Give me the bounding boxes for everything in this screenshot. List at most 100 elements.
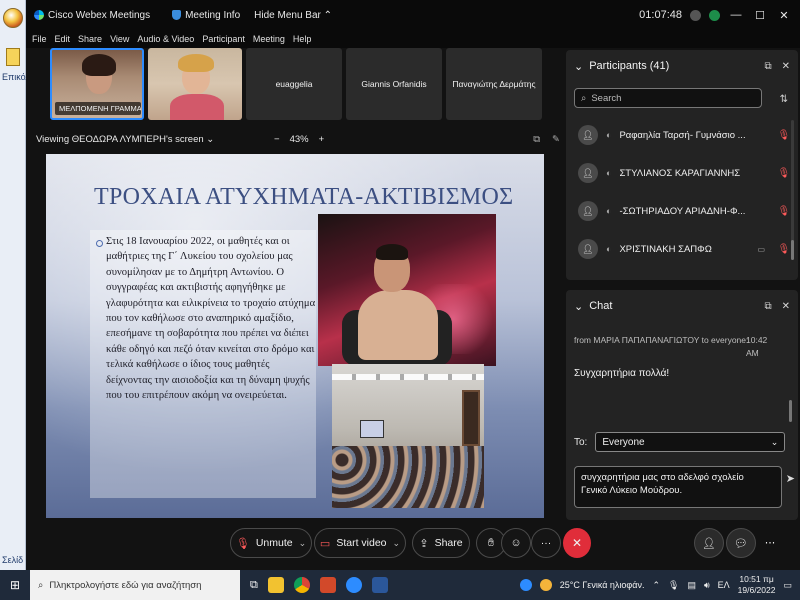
share-button[interactable]: ⇪ Share — [412, 528, 470, 558]
mic-muted-icon: 🎙︎ — [235, 537, 250, 550]
chat-title: Chat — [589, 300, 613, 312]
zoom-out-button[interactable]: − — [274, 134, 280, 145]
video-thumbnail[interactable]: Παναγιώτης Δερμάτης — [446, 48, 542, 120]
list-item[interactable]: 👤︎ ◐ Ραφαηλία Ταρσή- Γυμνάσιο ... 🎙︎ — [566, 116, 798, 154]
unmute-button[interactable]: 🎙︎ Unmute ⌄ — [230, 528, 312, 558]
meeting-info-button[interactable]: Meeting Info — [172, 10, 240, 21]
reactions-button[interactable]: ☺ — [501, 528, 531, 558]
chat-message-text: Συγχαρητήρια πολλά! — [574, 368, 670, 379]
search-icon: ⌕ — [38, 579, 44, 591]
chat-message-meta: from ΜΑΡΙΑ ΠΑΠΑΠΑΝΑΓΙΩΤΟΥ to everyone: 1… — [574, 334, 774, 358]
audio-status-icon: ◐ — [606, 206, 612, 216]
menu-audio-video[interactable]: Audio & Video — [137, 34, 194, 44]
close-icon[interactable]: ✕ — [782, 61, 790, 72]
menu-help[interactable]: Help — [293, 34, 312, 44]
windows-taskbar: ⊞ ⌕ Πληκτρολογήστε εδώ για αναζήτηση ⧉ 2… — [0, 570, 800, 600]
list-item[interactable]: 👤︎ ◐ ΣΤΥΛΙΑΝΟΣ ΚΑΡΑΓΙΑΝΝΗΣ 🎙︎ — [566, 154, 798, 192]
participants-icon: 👤︎ — [702, 537, 716, 550]
audio-status-icon: ◐ — [606, 168, 612, 178]
unmute-label: Unmute — [255, 537, 293, 549]
paste-icon[interactable] — [6, 48, 20, 66]
sort-icon[interactable]: ⇅ — [780, 94, 788, 105]
send-icon[interactable]: ➤ — [786, 473, 795, 486]
tray-arrow-icon[interactable]: ⌃ — [652, 580, 660, 591]
chat-input[interactable]: συγχαρητήρια μας στο αδελφό σχολείο Γενι… — [574, 466, 795, 508]
panel-more-button[interactable]: ⋯ — [760, 528, 780, 558]
popout-icon[interactable]: ⧉ — [764, 61, 771, 72]
taskbar-clock[interactable]: 10:51 πμ 19/6/2022 — [738, 574, 776, 596]
menu-share[interactable]: Share — [78, 34, 102, 44]
menu-participant[interactable]: Participant — [202, 34, 245, 44]
zoom-in-button[interactable]: + — [319, 134, 325, 145]
chevron-down-icon[interactable]: ⌄ — [574, 60, 583, 73]
annotate-icon[interactable]: ✎ — [552, 134, 560, 145]
notifications-icon[interactable]: ▭ — [783, 580, 792, 591]
mic-muted-icon: 🎙︎ — [777, 243, 791, 255]
chevron-down-icon[interactable]: ⌄ — [299, 538, 307, 549]
help-icon[interactable] — [519, 579, 532, 591]
thumbnail-name: Παναγιώτης Δερμάτης — [452, 79, 536, 89]
video-thumbnail[interactable]: euaggelia — [246, 48, 342, 120]
popout-icon[interactable]: ⧉ — [764, 301, 771, 312]
webex-taskbar-icon[interactable] — [345, 577, 362, 593]
task-view-icon[interactable]: ⧉ — [250, 579, 258, 592]
chevron-down-icon[interactable]: ⌄ — [574, 300, 583, 313]
menu-view[interactable]: View — [110, 34, 129, 44]
close-button[interactable]: ✕ — [776, 9, 792, 22]
language-indicator[interactable]: ΕΛ — [718, 580, 730, 590]
recording-icon[interactable] — [709, 9, 720, 21]
more-options-button[interactable]: ··· — [531, 528, 561, 558]
viewing-dropdown[interactable]: Viewing ΘΕΟΔΩΡΑ ΛΥΜΠΕΡΗ's screen ⌄ — [36, 134, 214, 145]
taskbar-search-input[interactable]: ⌕ Πληκτρολογήστε εδώ για αναζήτηση — [30, 570, 240, 600]
video-thumbnail[interactable] — [148, 48, 242, 120]
word-icon[interactable] — [371, 577, 388, 593]
webex-logo-icon — [34, 10, 44, 20]
audio-status-icon: ◐ — [606, 244, 612, 254]
participants-panel: ⌄ Participants (41) ⧉ ✕ ⌕ Search ⇅ 👤︎ ◐ … — [566, 50, 798, 280]
mic-icon[interactable]: 🎙︎ — [668, 580, 679, 591]
weather-icon — [539, 579, 552, 591]
menu-file[interactable]: File — [32, 34, 47, 44]
zoom-level: 43% — [289, 133, 309, 145]
office-button-icon[interactable] — [3, 8, 23, 28]
end-call-button[interactable]: ✕ — [563, 528, 591, 558]
participants-toggle-button[interactable]: 👤︎ — [694, 528, 724, 558]
network-icon[interactable]: ▤ — [687, 580, 696, 591]
recipient-select[interactable]: Everyone ⌄ — [595, 432, 786, 452]
chrome-icon[interactable] — [293, 577, 310, 593]
start-video-button[interactable]: ▭ Start video ⌄ — [314, 528, 406, 558]
connection-icon[interactable] — [690, 9, 701, 21]
maximize-button[interactable]: ☐ — [752, 9, 768, 22]
list-item[interactable]: 👤︎ ◐ -ΣΩΤΗΡΙΑΔΟΥ ΑΡΙΑΔΝΗ-Φ... 🎙︎ — [566, 192, 798, 230]
hand-icon: ✋︎ — [487, 536, 495, 549]
windows-start-icon[interactable]: ⊞ — [0, 570, 30, 600]
close-icon[interactable]: ✕ — [782, 301, 790, 312]
volume-icon[interactable]: 🔊︎ — [704, 580, 710, 591]
powerpoint-icon[interactable] — [319, 577, 336, 593]
slide-body-text: Στις 18 Ιανουαρίου 2022, οι μαθητές και … — [106, 236, 316, 402]
mic-muted-icon: 🎙︎ — [777, 167, 791, 179]
popout-icon[interactable]: ⧉ — [533, 134, 540, 145]
video-thumbnail[interactable]: Giannis Orfanidis — [346, 48, 442, 120]
chat-scrollbar[interactable] — [789, 400, 792, 422]
minimize-button[interactable]: — — [728, 9, 744, 21]
hide-menu-bar-button[interactable]: Hide Menu Bar ⌃ — [254, 10, 332, 21]
recipient-value: Everyone — [602, 436, 645, 448]
weather-text[interactable]: 25°C Γενικά ηλιοφάν. — [560, 580, 645, 590]
background-office-app: Επικόλ Σελίδ — [0, 0, 30, 570]
presentation-slide: ΤΡΟΧΑΙΑ ΑΤΥΧΗΜΑΤΑ-ΑΚΤΙΒΙΣΜΟΣ Στις 18 Ιαν… — [46, 154, 544, 518]
meeting-timer: 01:07:48 — [639, 9, 682, 21]
title-bar: Cisco Webex Meetings Meeting Info Hide M… — [26, 0, 800, 30]
list-item[interactable]: 👤︎ ◐ ΧΡΙΣΤΙΝΑΚΗ ΣΑΠΦΩ ▭ 🎙︎ — [566, 230, 798, 268]
chat-toggle-button[interactable]: 💬︎ — [726, 528, 756, 558]
chat-bubble-icon: 💬︎ — [734, 537, 748, 550]
participant-name: -ΣΩΤΗΡΙΑΔΟΥ ΑΡΙΑΔΝΗ-Φ... — [619, 205, 746, 217]
participant-scrollbar[interactable] — [791, 120, 794, 260]
chevron-down-icon[interactable]: ⌄ — [393, 538, 401, 549]
menu-edit[interactable]: Edit — [55, 34, 71, 44]
video-thumbnail-active[interactable]: ΜΕΛΠΟΜΕΝΗ ΓΡΑΜΜΑΤ... — [50, 48, 144, 120]
file-explorer-icon[interactable] — [267, 577, 284, 593]
participant-search-input[interactable]: ⌕ Search — [574, 88, 762, 108]
shield-icon — [172, 10, 182, 20]
menu-meeting[interactable]: Meeting — [253, 34, 285, 44]
